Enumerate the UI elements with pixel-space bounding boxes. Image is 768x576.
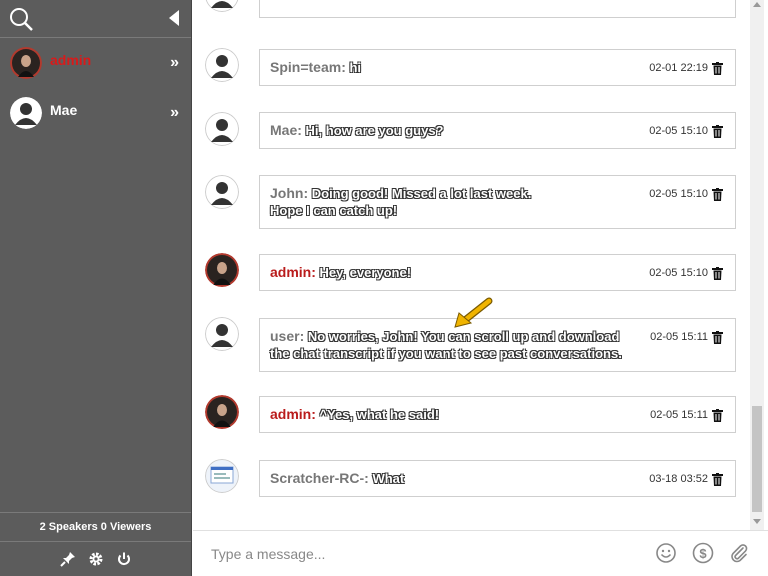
avatar — [205, 317, 239, 351]
message-bubble: Mae: Hi, how are you guys? 02-05 15:10 — [259, 112, 736, 149]
message-time: 02-05 15:10 — [649, 125, 708, 137]
scroll-down-arrow-icon[interactable] — [753, 519, 761, 524]
trash-icon[interactable] — [712, 409, 723, 422]
svg-text:$: $ — [699, 546, 707, 561]
message-text: Hey, everyone! — [319, 265, 412, 280]
message-bubble: user: No worries, John! You can scroll u… — [259, 318, 736, 372]
message-bubble: admin: ^Yes, what he said! 02-05 15:11 — [259, 396, 736, 433]
trash-icon[interactable] — [712, 125, 723, 138]
message-author: user: — [270, 328, 305, 344]
message-text-line-2: the chat transcript if you want to see p… — [270, 346, 622, 361]
avatar — [205, 48, 239, 82]
trash-icon[interactable] — [712, 188, 723, 201]
emoji-icon[interactable] — [655, 542, 677, 564]
avatar — [10, 47, 42, 79]
chevron-double-right-icon[interactable]: » — [170, 54, 179, 72]
dollar-icon[interactable]: $ — [692, 542, 714, 564]
viewers-count: 0 — [100, 521, 107, 533]
message-time: 02-05 15:11 — [650, 331, 708, 343]
message-bubble: John: Doing good! Missed a lot last week… — [259, 175, 736, 229]
message-bubble: Scratcher-RC-: What 03-18 03:52 — [259, 460, 736, 497]
search-icon[interactable] — [8, 6, 34, 32]
sidebar-header — [0, 0, 191, 38]
message-author: admin: — [270, 406, 316, 422]
message-time: 02-01 22:19 — [649, 62, 708, 74]
pin-icon[interactable] — [59, 551, 76, 567]
message-text: ^Yes, what he said! — [319, 407, 440, 422]
chat-scrollbar[interactable] — [750, 0, 764, 530]
message-author: Spin=team: — [270, 59, 346, 75]
message-text: What — [372, 471, 405, 486]
message-time: 02-05 15:11 — [650, 409, 708, 421]
message-bubble: Spin=team: hi 02-01 22:19 — [259, 49, 736, 86]
user-name: Mae — [50, 102, 78, 118]
user-name: admin — [50, 52, 92, 68]
message-text: hi — [349, 60, 362, 75]
message-time: 02-05 15:10 — [649, 188, 708, 200]
viewers-label: Viewers — [109, 521, 152, 533]
chat-messages: Spin=team: hi 02-01 22:19 Mae: Hi, how a… — [193, 0, 768, 530]
scroll-up-arrow-icon[interactable] — [753, 2, 761, 7]
sidebar-toolbar — [0, 542, 191, 576]
avatar — [10, 97, 42, 129]
avatar — [205, 175, 239, 209]
message-bubble: admin: Hey, everyone! 02-05 15:10 — [259, 254, 736, 291]
user-row-admin[interactable]: admin » — [0, 38, 191, 88]
trash-icon[interactable] — [712, 331, 723, 344]
message-author: Mae: — [270, 122, 302, 138]
message-composer: $ — [193, 530, 768, 576]
speakers-label: Speakers — [48, 521, 98, 533]
message-input[interactable] — [211, 543, 631, 565]
chevron-double-right-icon[interactable]: » — [170, 104, 179, 122]
message-author: John: — [270, 185, 309, 201]
scrollbar-thumb[interactable] — [752, 406, 762, 512]
speakers-count: 2 — [39, 521, 46, 533]
avatar — [205, 112, 239, 146]
message-text: Doing good! Missed a lot last week. — [311, 186, 532, 201]
message-text: Hi, how are you guys? — [305, 123, 444, 138]
message-time: 03-18 03:52 — [649, 473, 708, 485]
annotation-arrow-icon — [454, 297, 493, 328]
trash-icon[interactable] — [712, 62, 723, 75]
message-text-line-2: Hope I can catch up! — [270, 203, 398, 218]
collapse-sidebar-icon[interactable] — [167, 9, 181, 27]
sidebar: admin » Mae » 2 Speakers 0 Viewers — [0, 0, 192, 576]
paperclip-icon[interactable] — [728, 542, 750, 564]
message-author: Scratcher-RC-: — [270, 470, 369, 486]
message-time: 02-05 15:10 — [649, 267, 708, 279]
message-author: admin: — [270, 264, 316, 280]
avatar — [205, 253, 239, 287]
user-row-mae[interactable]: Mae » — [0, 88, 191, 138]
avatar — [205, 459, 239, 493]
avatar — [205, 395, 239, 429]
participant-stats: 2 Speakers 0 Viewers — [0, 512, 191, 542]
trash-icon[interactable] — [712, 473, 723, 486]
message-text: No worries, John! You can scroll up and … — [307, 329, 620, 344]
trash-icon[interactable] — [712, 267, 723, 280]
power-icon[interactable] — [116, 551, 132, 567]
gear-icon[interactable] — [88, 551, 104, 567]
